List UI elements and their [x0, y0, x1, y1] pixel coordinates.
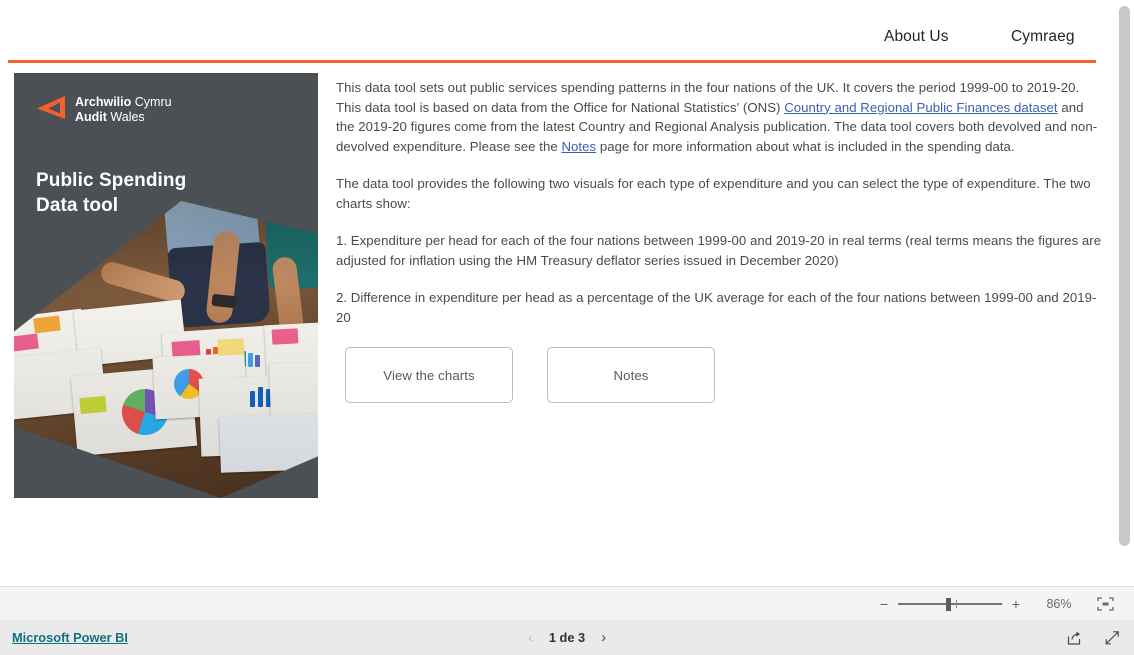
fit-to-screen-icon[interactable] — [1097, 597, 1114, 611]
vertical-scrollbar[interactable] — [1119, 4, 1130, 582]
notes-button[interactable]: Notes — [547, 347, 715, 403]
intro-p1-c: page for more information about what is … — [596, 138, 1015, 154]
page-navigation: ‹ 1 de 3 › — [0, 620, 1134, 655]
nav-link-cymraeg[interactable]: Cymraeg — [1011, 28, 1075, 46]
audit-wales-logo: Archwilio Cymru Audit Wales — [36, 95, 172, 125]
logo-wales: Wales — [110, 110, 145, 124]
zoom-out-button[interactable]: − — [875, 596, 893, 612]
logo-archwilio: Archwilio — [75, 95, 132, 109]
logo-audit: Audit — [75, 110, 107, 124]
chevron-left-icon[interactable]: ‹ — [528, 630, 533, 645]
logo-cymru: Cymru — [134, 95, 172, 109]
footer-actions — [1066, 620, 1120, 655]
top-navigation: About Us Cymraeg — [0, 0, 1100, 58]
report-canvas: About Us Cymraeg Archwilio Cymru Audit W… — [0, 0, 1134, 586]
zoom-in-button[interactable]: + — [1007, 596, 1025, 612]
hero-photo — [14, 201, 318, 498]
intro-text: This data tool sets out public services … — [336, 78, 1104, 327]
zoom-slider-handle[interactable] — [946, 598, 951, 611]
zoom-slider[interactable] — [898, 597, 1002, 611]
hero-card: Archwilio Cymru Audit Wales Public Spend… — [14, 73, 318, 498]
page-indicator-label: 1 de 3 — [548, 630, 586, 645]
intro-paragraph-2: The data tool provides the following two… — [336, 176, 1091, 211]
fullscreen-expand-icon[interactable] — [1104, 630, 1120, 646]
zoom-controls: − + 86% — [875, 587, 1114, 621]
scrollbar-thumb[interactable] — [1119, 6, 1130, 546]
chevron-right-icon[interactable]: › — [601, 630, 606, 645]
link-notes[interactable]: Notes — [561, 139, 596, 154]
orange-accent-rule — [8, 60, 1096, 63]
logo-wordmark: Archwilio Cymru Audit Wales — [75, 95, 172, 125]
intro-paragraph-4: 2. Difference in expenditure per head as… — [336, 290, 1097, 325]
footer-bar: Microsoft Power BI ‹ 1 de 3 › — [0, 620, 1134, 655]
intro-paragraph-3: 1. Expenditure per head for each of the … — [336, 233, 1102, 268]
button-row: View the charts Notes — [345, 347, 715, 403]
link-crpf-dataset[interactable]: Country and Regional Public Finances dat… — [784, 100, 1057, 115]
zoom-percent-label: 86% — [1046, 597, 1072, 611]
nav-link-about-us[interactable]: About Us — [884, 28, 949, 46]
hero-title-line2: Data tool — [36, 195, 119, 216]
microsoft-power-bi-link[interactable]: Microsoft Power BI — [12, 630, 128, 645]
view-the-charts-button[interactable]: View the charts — [345, 347, 513, 403]
hero-title: Public Spending Data tool — [36, 168, 186, 218]
triangle-left-orange-icon — [36, 95, 66, 125]
hero-title-line1: Public Spending — [36, 170, 187, 191]
zoom-bar: − + 86% — [0, 586, 1134, 622]
share-icon[interactable] — [1066, 630, 1082, 646]
zoom-slider-tick — [956, 600, 957, 608]
intro-paragraph-1: This data tool sets out public services … — [336, 78, 1104, 156]
